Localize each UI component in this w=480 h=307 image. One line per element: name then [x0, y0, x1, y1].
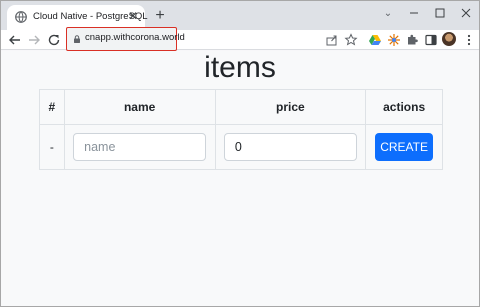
column-header-price: price [214, 89, 367, 125]
address-bar[interactable]: cnapp.withcorona.world [66, 27, 185, 51]
maximize-icon[interactable] [431, 4, 449, 22]
page-title: items [204, 51, 276, 84]
name-cell [63, 124, 216, 170]
back-arrow-icon[interactable] [6, 31, 24, 49]
new-item-row: - CREATE [39, 124, 443, 170]
column-header-name: name [63, 89, 216, 125]
tab-strip: Cloud Native - PostgreSQL ✕ + ⌄ [1, 1, 479, 30]
side-panel-icon[interactable] [422, 31, 440, 49]
browser-toolbar: cnapp.withcorona.world [1, 27, 479, 51]
google-drive-icon[interactable] [366, 31, 384, 49]
actions-cell: CREATE [365, 124, 443, 170]
items-table: # name price actions - CREATE [39, 89, 443, 170]
close-window-icon[interactable] [457, 4, 475, 22]
minimize-icon[interactable] [405, 4, 423, 22]
bookmark-star-icon[interactable] [342, 31, 360, 49]
browser-window: Cloud Native - PostgreSQL ✕ + ⌄ cnapp.wi… [0, 0, 480, 307]
new-item-id: - [39, 124, 65, 170]
price-input[interactable] [223, 133, 357, 161]
create-button[interactable]: CREATE [375, 133, 434, 161]
tab-search-icon[interactable]: ⌄ [381, 7, 395, 21]
table-header-row: # name price actions [39, 89, 443, 125]
column-header-id: # [39, 89, 65, 125]
url-text[interactable]: cnapp.withcorona.world [85, 32, 185, 43]
name-input[interactable] [73, 133, 207, 161]
extensions-puzzle-icon[interactable] [403, 31, 421, 49]
globe-icon [15, 11, 27, 23]
share-icon[interactable] [323, 31, 341, 49]
extension-burst-icon[interactable] [385, 31, 403, 49]
page-content: items # name price actions - name 0 CREA… [1, 51, 479, 306]
profile-avatar[interactable] [442, 32, 456, 46]
column-header-actions: actions [365, 89, 443, 125]
reload-icon[interactable] [45, 31, 63, 49]
more-menu-icon[interactable] [460, 31, 478, 49]
new-tab-button[interactable]: + [151, 7, 169, 25]
price-cell [214, 124, 367, 170]
lock-icon[interactable] [73, 35, 81, 43]
forward-arrow-icon[interactable] [25, 31, 43, 49]
tab-close-icon[interactable]: ✕ [125, 8, 141, 24]
